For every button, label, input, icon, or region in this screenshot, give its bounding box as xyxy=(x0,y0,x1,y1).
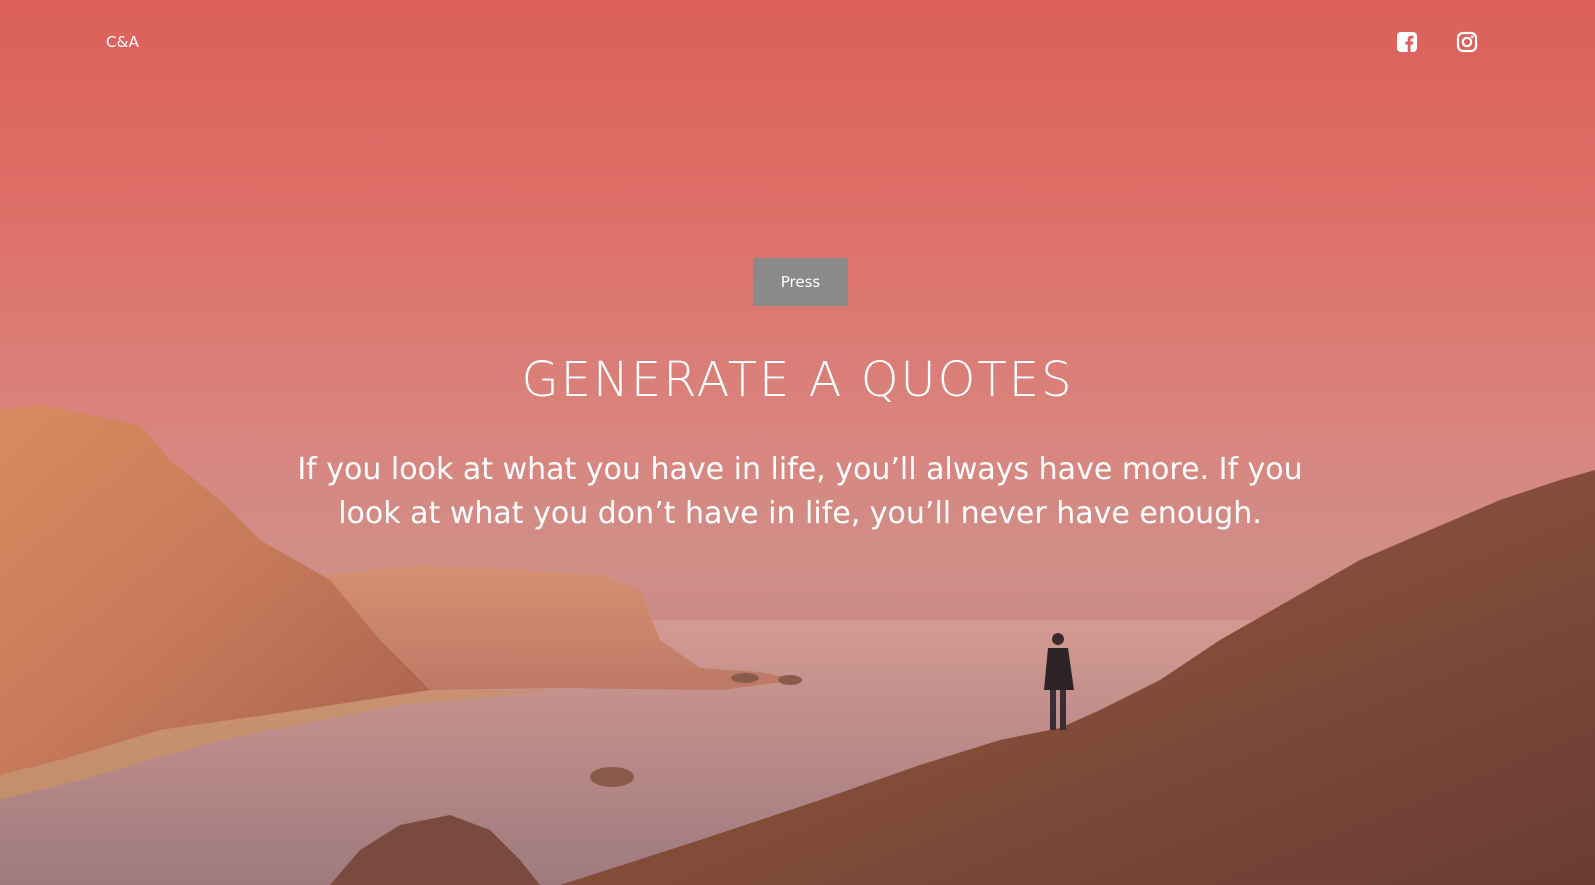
instagram-icon xyxy=(1456,31,1478,53)
brand-logo[interactable]: C&A xyxy=(106,33,139,51)
rock-shape xyxy=(778,675,802,685)
facebook-link[interactable] xyxy=(1396,31,1418,53)
rock-shape xyxy=(590,767,634,787)
instagram-link[interactable] xyxy=(1456,31,1478,53)
background-landscape-image xyxy=(0,405,1595,885)
hero-page: C&A Press GENERATE A QUOTES If you look … xyxy=(0,0,1595,885)
quote-text: If you look at what you have in life, yo… xyxy=(297,452,1303,531)
page-title: GENERATE A QUOTES xyxy=(521,352,1074,408)
facebook-icon xyxy=(1397,32,1417,52)
rock-shape xyxy=(731,673,759,683)
press-button[interactable]: Press xyxy=(753,258,848,306)
